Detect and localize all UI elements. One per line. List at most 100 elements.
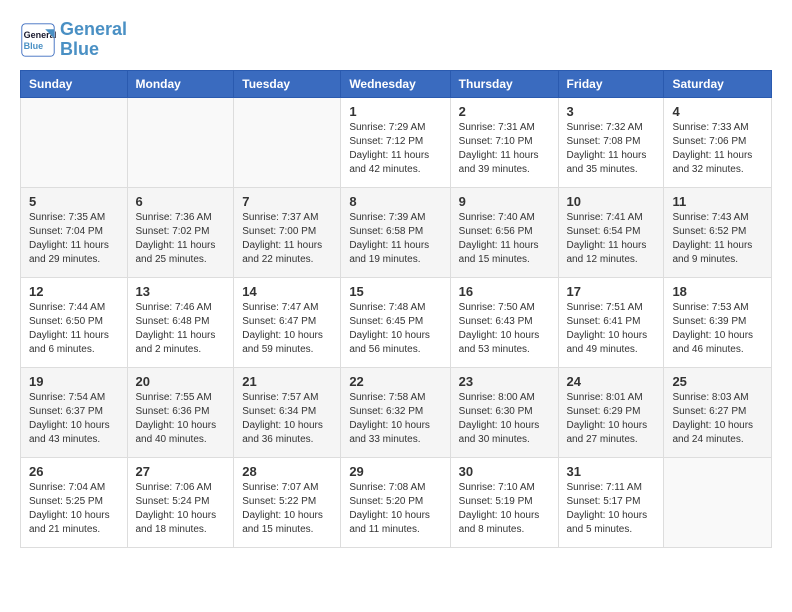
calendar-cell	[664, 457, 772, 547]
calendar-cell: 4 Sunrise: 7:33 AM Sunset: 7:06 PM Daylig…	[664, 97, 772, 187]
calendar-cell: 6Sunrise: 7:36 AM Sunset: 7:02 PM Daylig…	[127, 187, 234, 277]
calendar-cell: 27Sunrise: 7:06 AM Sunset: 5:24 PM Dayli…	[127, 457, 234, 547]
day-info: Sunrise: 7:37 AM Sunset: 7:00 PM Dayligh…	[242, 211, 332, 267]
day-number: 14	[242, 284, 332, 299]
weekday-header: Tuesday	[234, 70, 341, 97]
day-info: Sunrise: 7:58 AM Sunset: 6:32 PM Dayligh…	[349, 391, 441, 447]
day-number: 20	[136, 374, 226, 389]
day-info: Sunrise: 7:35 AM Sunset: 7:04 PM Dayligh…	[29, 211, 119, 267]
calendar-week-row: 26 Sunrise: 7:04 AM Sunset: 5:25 PM Dayli…	[21, 457, 772, 547]
day-number: 5	[29, 194, 119, 209]
calendar-cell: 17 Sunrise: 7:51 AM Sunset: 6:41 PM Dayli…	[558, 277, 664, 367]
weekday-header: Monday	[127, 70, 234, 97]
calendar: SundayMondayTuesdayWednesdayThursdayFrid…	[20, 70, 772, 548]
day-info: Sunrise: 7:31 AM Sunset: 7:10 PM Dayligh…	[459, 121, 550, 177]
weekday-header: Wednesday	[341, 70, 450, 97]
calendar-cell: 22 Sunrise: 7:58 AM Sunset: 6:32 PM Dayli…	[341, 367, 450, 457]
day-info: Sunrise: 7:33 AM Sunset: 7:06 PM Dayligh…	[672, 121, 763, 177]
day-info: Sunrise: 7:47 AM Sunset: 6:47 PM Dayligh…	[242, 301, 332, 357]
weekday-header: Friday	[558, 70, 664, 97]
calendar-cell: 13 Sunrise: 7:46 AM Sunset: 6:48 PM Dayli…	[127, 277, 234, 367]
calendar-cell: 30 Sunrise: 7:10 AM Sunset: 5:19 PM Dayli…	[450, 457, 558, 547]
calendar-cell: 20 Sunrise: 7:55 AM Sunset: 6:36 PM Dayli…	[127, 367, 234, 457]
weekday-header: Sunday	[21, 70, 128, 97]
weekday-header-row: SundayMondayTuesdayWednesdayThursdayFrid…	[21, 70, 772, 97]
calendar-cell: 18 Sunrise: 7:53 AM Sunset: 6:39 PM Dayli…	[664, 277, 772, 367]
calendar-cell: 12 Sunrise: 7:44 AM Sunset: 6:50 PM Dayli…	[21, 277, 128, 367]
calendar-cell: 11Sunrise: 7:43 AM Sunset: 6:52 PM Dayli…	[664, 187, 772, 277]
calendar-cell: 15Sunrise: 7:48 AM Sunset: 6:45 PM Dayli…	[341, 277, 450, 367]
day-info: Sunrise: 7:32 AM Sunset: 7:08 PM Dayligh…	[567, 121, 656, 177]
calendar-week-row: 12 Sunrise: 7:44 AM Sunset: 6:50 PM Dayli…	[21, 277, 772, 367]
day-number: 18	[672, 284, 763, 299]
day-info: Sunrise: 7:10 AM Sunset: 5:19 PM Dayligh…	[459, 481, 550, 537]
day-number: 22	[349, 374, 441, 389]
calendar-cell: 16 Sunrise: 7:50 AM Sunset: 6:43 PM Dayli…	[450, 277, 558, 367]
calendar-cell: 28 Sunrise: 7:07 AM Sunset: 5:22 PM Dayli…	[234, 457, 341, 547]
calendar-cell	[127, 97, 234, 187]
day-info: Sunrise: 7:57 AM Sunset: 6:34 PM Dayligh…	[242, 391, 332, 447]
day-number: 30	[459, 464, 550, 479]
day-number: 21	[242, 374, 332, 389]
day-number: 31	[567, 464, 656, 479]
calendar-cell	[21, 97, 128, 187]
logo-icon: General Blue	[20, 22, 56, 58]
day-number: 25	[672, 374, 763, 389]
weekday-header: Saturday	[664, 70, 772, 97]
calendar-cell: 7 Sunrise: 7:37 AM Sunset: 7:00 PM Daylig…	[234, 187, 341, 277]
calendar-cell: 23Sunrise: 8:00 AM Sunset: 6:30 PM Dayli…	[450, 367, 558, 457]
day-number: 19	[29, 374, 119, 389]
day-info: Sunrise: 7:44 AM Sunset: 6:50 PM Dayligh…	[29, 301, 119, 357]
day-info: Sunrise: 7:46 AM Sunset: 6:48 PM Dayligh…	[136, 301, 226, 357]
calendar-cell: 29 Sunrise: 7:08 AM Sunset: 5:20 PM Dayli…	[341, 457, 450, 547]
day-info: Sunrise: 7:08 AM Sunset: 5:20 PM Dayligh…	[349, 481, 441, 537]
day-number: 1	[349, 104, 441, 119]
day-number: 8	[349, 194, 441, 209]
calendar-cell: 25 Sunrise: 8:03 AM Sunset: 6:27 PM Dayli…	[664, 367, 772, 457]
day-number: 13	[136, 284, 226, 299]
calendar-cell: 19 Sunrise: 7:54 AM Sunset: 6:37 PM Dayli…	[21, 367, 128, 457]
day-number: 7	[242, 194, 332, 209]
day-info: Sunrise: 8:03 AM Sunset: 6:27 PM Dayligh…	[672, 391, 763, 447]
calendar-cell: 2 Sunrise: 7:31 AM Sunset: 7:10 PM Daylig…	[450, 97, 558, 187]
calendar-cell: 5 Sunrise: 7:35 AM Sunset: 7:04 PM Daylig…	[21, 187, 128, 277]
day-info: Sunrise: 7:04 AM Sunset: 5:25 PM Dayligh…	[29, 481, 119, 537]
logo: General Blue GeneralBlue	[20, 20, 127, 60]
day-info: Sunrise: 7:54 AM Sunset: 6:37 PM Dayligh…	[29, 391, 119, 447]
weekday-header: Thursday	[450, 70, 558, 97]
day-info: Sunrise: 7:51 AM Sunset: 6:41 PM Dayligh…	[567, 301, 656, 357]
calendar-cell: 8 Sunrise: 7:39 AM Sunset: 6:58 PM Daylig…	[341, 187, 450, 277]
calendar-cell: 26 Sunrise: 7:04 AM Sunset: 5:25 PM Dayli…	[21, 457, 128, 547]
calendar-cell: 21 Sunrise: 7:57 AM Sunset: 6:34 PM Dayli…	[234, 367, 341, 457]
day-number: 23	[459, 374, 550, 389]
day-info: Sunrise: 7:39 AM Sunset: 6:58 PM Dayligh…	[349, 211, 441, 267]
day-number: 26	[29, 464, 119, 479]
day-info: Sunrise: 7:53 AM Sunset: 6:39 PM Dayligh…	[672, 301, 763, 357]
day-number: 3	[567, 104, 656, 119]
day-number: 28	[242, 464, 332, 479]
day-number: 12	[29, 284, 119, 299]
day-number: 27	[136, 464, 226, 479]
calendar-cell: 14 Sunrise: 7:47 AM Sunset: 6:47 PM Dayli…	[234, 277, 341, 367]
day-number: 29	[349, 464, 441, 479]
svg-text:Blue: Blue	[24, 41, 44, 51]
calendar-cell: 31Sunrise: 7:11 AM Sunset: 5:17 PM Dayli…	[558, 457, 664, 547]
day-info: Sunrise: 7:48 AM Sunset: 6:45 PM Dayligh…	[349, 301, 441, 357]
day-number: 9	[459, 194, 550, 209]
calendar-week-row: 1Sunrise: 7:29 AM Sunset: 7:12 PM Daylig…	[21, 97, 772, 187]
day-info: Sunrise: 7:50 AM Sunset: 6:43 PM Dayligh…	[459, 301, 550, 357]
day-number: 6	[136, 194, 226, 209]
day-number: 17	[567, 284, 656, 299]
calendar-cell	[234, 97, 341, 187]
day-info: Sunrise: 7:41 AM Sunset: 6:54 PM Dayligh…	[567, 211, 656, 267]
calendar-cell: 10Sunrise: 7:41 AM Sunset: 6:54 PM Dayli…	[558, 187, 664, 277]
day-number: 4	[672, 104, 763, 119]
calendar-cell: 9Sunrise: 7:40 AM Sunset: 6:56 PM Daylig…	[450, 187, 558, 277]
day-number: 2	[459, 104, 550, 119]
page-header: General Blue GeneralBlue	[20, 20, 772, 60]
day-info: Sunrise: 7:07 AM Sunset: 5:22 PM Dayligh…	[242, 481, 332, 537]
day-number: 16	[459, 284, 550, 299]
day-info: Sunrise: 7:55 AM Sunset: 6:36 PM Dayligh…	[136, 391, 226, 447]
day-info: Sunrise: 7:43 AM Sunset: 6:52 PM Dayligh…	[672, 211, 763, 267]
calendar-cell: 24Sunrise: 8:01 AM Sunset: 6:29 PM Dayli…	[558, 367, 664, 457]
